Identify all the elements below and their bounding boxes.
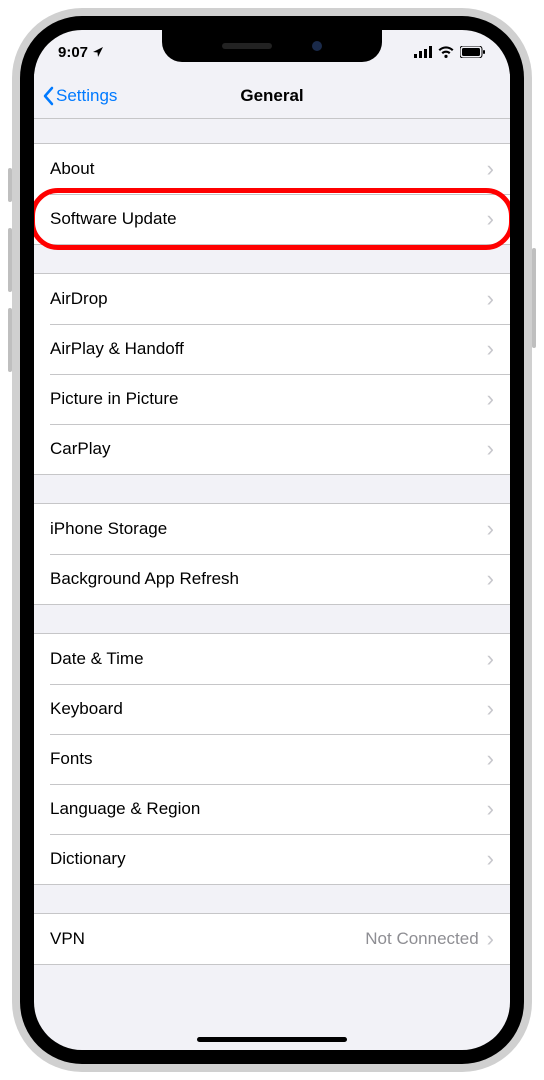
settings-group: VPNNot Connected›	[34, 913, 510, 965]
wifi-icon	[438, 46, 454, 58]
power-button	[532, 248, 536, 348]
navigation-bar: Settings General	[34, 74, 510, 119]
display-notch	[162, 30, 382, 62]
settings-group: iPhone Storage› Background App Refresh›	[34, 503, 510, 605]
settings-list[interactable]: About› Software Update› AirDrop› AirPlay…	[34, 119, 510, 1050]
chevron-right-icon: ›	[487, 338, 494, 360]
row-airdrop[interactable]: AirDrop›	[34, 274, 510, 324]
chevron-left-icon	[42, 86, 54, 106]
chevron-right-icon: ›	[487, 208, 494, 230]
chevron-right-icon: ›	[487, 158, 494, 180]
cellular-signal-icon	[414, 46, 432, 58]
chevron-right-icon: ›	[487, 848, 494, 870]
chevron-right-icon: ›	[487, 288, 494, 310]
chevron-right-icon: ›	[487, 798, 494, 820]
row-keyboard[interactable]: Keyboard›	[34, 684, 510, 734]
row-background-app-refresh[interactable]: Background App Refresh›	[34, 554, 510, 604]
row-dictionary[interactable]: Dictionary›	[34, 834, 510, 884]
row-carplay[interactable]: CarPlay›	[34, 424, 510, 474]
home-indicator[interactable]	[197, 1037, 347, 1042]
row-picture-in-picture[interactable]: Picture in Picture›	[34, 374, 510, 424]
chevron-right-icon: ›	[487, 648, 494, 670]
silence-switch	[8, 168, 12, 202]
back-button[interactable]: Settings	[42, 86, 117, 106]
phone-bezel: 9:07	[20, 16, 524, 1064]
settings-group: AirDrop› AirPlay & Handoff› Picture in P…	[34, 273, 510, 475]
chevron-right-icon: ›	[487, 928, 494, 950]
vpn-status-value: Not Connected	[365, 929, 478, 949]
volume-up-button	[8, 228, 12, 292]
back-label: Settings	[56, 86, 117, 106]
chevron-right-icon: ›	[487, 568, 494, 590]
row-airplay-handoff[interactable]: AirPlay & Handoff›	[34, 324, 510, 374]
volume-down-button	[8, 308, 12, 372]
chevron-right-icon: ›	[487, 388, 494, 410]
phone-frame: 9:07	[12, 8, 532, 1072]
chevron-right-icon: ›	[487, 438, 494, 460]
status-time: 9:07	[58, 44, 88, 61]
settings-group: Date & Time› Keyboard› Fonts› Language &…	[34, 633, 510, 885]
location-icon	[92, 46, 104, 58]
settings-group: About› Software Update›	[34, 143, 510, 245]
row-software-update[interactable]: Software Update›	[34, 194, 510, 244]
row-iphone-storage[interactable]: iPhone Storage›	[34, 504, 510, 554]
page-title: General	[240, 86, 303, 106]
chevron-right-icon: ›	[487, 518, 494, 540]
row-about[interactable]: About›	[34, 144, 510, 194]
phone-screen: 9:07	[34, 30, 510, 1050]
battery-icon	[460, 46, 486, 58]
chevron-right-icon: ›	[487, 748, 494, 770]
row-vpn[interactable]: VPNNot Connected›	[34, 914, 510, 964]
row-fonts[interactable]: Fonts›	[34, 734, 510, 784]
row-language-region[interactable]: Language & Region›	[34, 784, 510, 834]
row-date-time[interactable]: Date & Time›	[34, 634, 510, 684]
chevron-right-icon: ›	[487, 698, 494, 720]
